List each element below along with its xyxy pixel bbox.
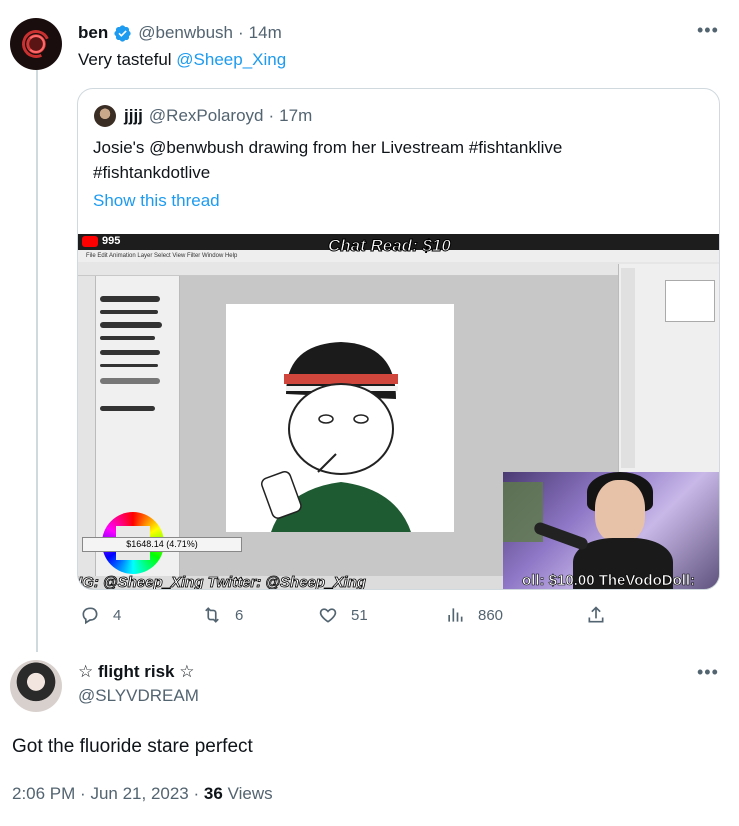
like-icon: [319, 608, 337, 623]
quoted-author-name: jjjj: [124, 106, 143, 125]
mention-link[interactable]: @Sheep_Xing: [176, 50, 286, 69]
chat-read-overlay: Chat Read: $10: [328, 236, 452, 256]
more-icon[interactable]: •••: [697, 20, 719, 41]
social-handles-overlay: IG: @Sheep_Xing Twitter: @Sheep_Xing: [78, 574, 366, 590]
reply-icon: [82, 607, 98, 625]
retweet-button[interactable]: 6: [202, 605, 243, 625]
navigator-panel: [618, 264, 719, 474]
reply-button[interactable]: 4: [80, 605, 121, 625]
quoted-media-image[interactable]: 995 File Edit Animation Layer Select Vie…: [78, 234, 719, 590]
views-icon: [448, 608, 463, 622]
share-button[interactable]: [586, 605, 619, 625]
thread-connector-line: [36, 70, 38, 652]
avatar-flight-risk[interactable]: [10, 660, 62, 712]
quoted-tweet-text: Josie's @benwbush drawing from her Lives…: [93, 138, 563, 182]
views-count: 36: [203, 784, 223, 803]
avatar-ben[interactable]: [10, 18, 62, 70]
parent-tweet-text: Very tasteful @Sheep_Xing: [78, 50, 286, 70]
like-button[interactable]: 51: [318, 605, 368, 625]
tweet-date[interactable]: Jun 21, 2023: [90, 784, 188, 803]
separator: ·: [238, 23, 244, 42]
quoted-tweet-header: jjjj @RexPolaroyd · 17m: [94, 105, 312, 127]
show-thread-link[interactable]: Show this thread: [93, 191, 220, 211]
author-name[interactable]: ☆ flight risk ☆: [78, 662, 194, 682]
parent-tweet-header: ben @benwbush · 14m: [78, 22, 282, 44]
viewer-count: 995: [102, 235, 121, 247]
tweet-metadata: 2:06 PM · Jun 21, 2023 · 36 Views: [12, 784, 273, 803]
portrait-drawing: [261, 342, 411, 532]
navigator-thumbnail: [665, 280, 715, 322]
more-icon[interactable]: •••: [697, 662, 719, 683]
quoted-author-handle: @RexPolaroyd: [148, 106, 264, 125]
author-handle[interactable]: @benwbush: [138, 23, 233, 43]
quoted-author-avatar: [94, 105, 116, 127]
tweet-text-body: Very tasteful: [78, 50, 177, 69]
donation-amount: $1648.14 (4.71%): [82, 537, 242, 552]
drawing-canvas: [226, 304, 454, 532]
quoted-timestamp: 17m: [279, 106, 313, 125]
author-handle[interactable]: @SLYVDREAM: [78, 686, 199, 706]
tool-column: [78, 276, 96, 576]
donor-overlay: oll: $10.00 TheVodoDoll:: [522, 572, 696, 589]
retweet-icon: [205, 607, 219, 623]
youtube-icon: [82, 236, 98, 247]
tweet-time[interactable]: 2:06 PM: [12, 784, 75, 803]
action-bar: 4 6 51 860: [80, 605, 620, 633]
separator: ·: [268, 106, 275, 125]
main-tweet-text: Got the fluoride stare perfect: [12, 736, 253, 757]
timestamp[interactable]: 14m: [249, 23, 282, 43]
share-icon: [588, 606, 604, 623]
quoted-tweet-card[interactable]: jjjj @RexPolaroyd · 17m Josie's @benwbus…: [77, 88, 720, 590]
author-name[interactable]: ben: [78, 23, 108, 43]
views-button[interactable]: 860: [445, 605, 503, 625]
views-label: Views: [227, 784, 273, 803]
verified-badge-icon: [114, 24, 131, 42]
